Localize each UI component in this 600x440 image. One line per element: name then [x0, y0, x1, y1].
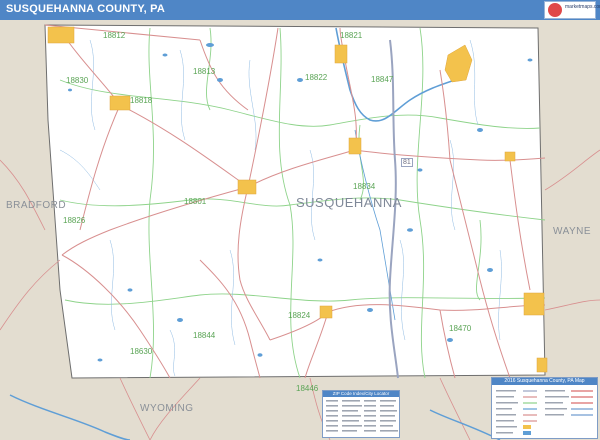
zip-label: 18446 — [296, 384, 319, 393]
neighbor-label-wyoming: WYOMING — [140, 403, 194, 414]
title-bar: SUSQUEHANNA COUNTY, PA marketmaps.com — [0, 0, 600, 20]
legend-symbols — [496, 390, 593, 435]
county-label: SUSQUEHANNA — [296, 195, 402, 210]
zip-label: 18847 — [371, 75, 394, 84]
zip-label: 18812 — [103, 31, 126, 40]
zip-label: 18830 — [66, 76, 89, 85]
map-canvas[interactable] — [0, 0, 600, 440]
zip-label: 18818 — [130, 96, 153, 105]
neighbor-label-wayne: WAYNE — [553, 226, 592, 237]
zip-index-title: ZIP Code Index/City Locator — [323, 391, 399, 397]
logo-icon — [548, 3, 562, 17]
neighbor-label-bradford: BRADFORD — [6, 200, 67, 211]
map-legend: 2016 Susquehanna County, PA Map — [491, 377, 598, 439]
publisher-logo: marketmaps.com — [544, 1, 600, 19]
map-title: SUSQUEHANNA COUNTY, PA — [6, 3, 166, 15]
zip-index-rows — [326, 400, 398, 432]
zip-label: 18824 — [288, 311, 311, 320]
zip-label: 18821 — [340, 31, 363, 40]
zip-label: 18822 — [305, 73, 328, 82]
interstate-shield: 81 — [401, 158, 413, 167]
legend-title: 2016 Susquehanna County, PA Map — [492, 378, 597, 385]
zip-label: 18801 — [184, 197, 207, 206]
zip-index-table: ZIP Code Index/City Locator — [322, 390, 400, 438]
zip-label: 18826 — [63, 216, 86, 225]
zip-label: 18834 — [353, 182, 376, 191]
map-frame: SUSQUEHANNA COUNTY, PA marketmaps.com SU… — [0, 0, 600, 440]
logo-text: marketmaps.com — [565, 4, 600, 10]
zip-label: 18630 — [130, 347, 153, 356]
zip-label: 18844 — [193, 331, 216, 340]
zip-label: 18470 — [449, 324, 472, 333]
zip-label: 18813 — [193, 67, 216, 76]
